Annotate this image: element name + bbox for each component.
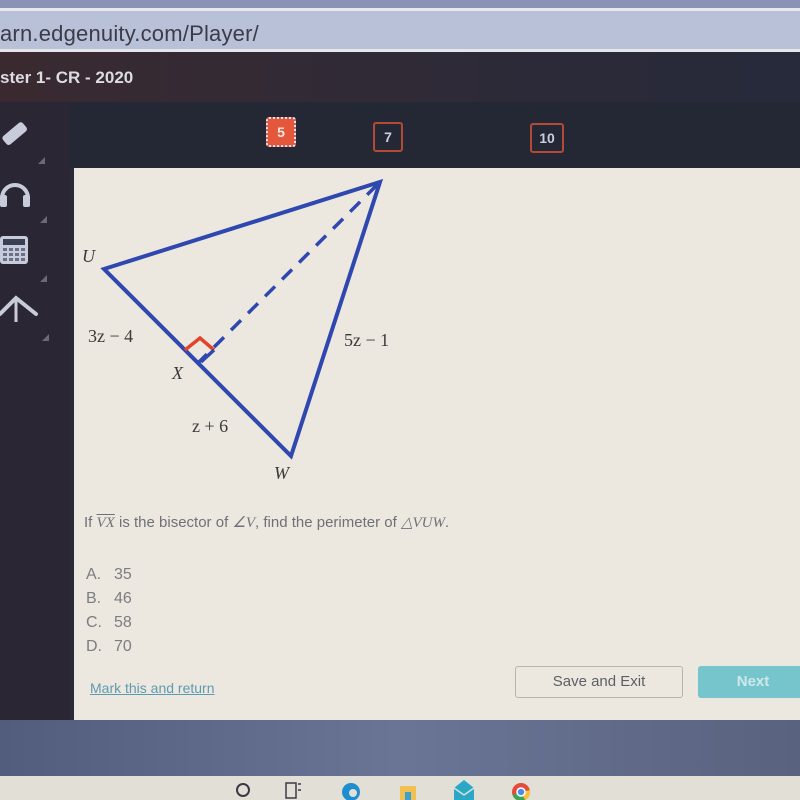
segment-vx: VX <box>96 515 115 531</box>
address-bar[interactable]: arn.edgenuity.com/Player/ <box>0 8 800 52</box>
triangle-vuw-label: △VUW <box>400 515 445 531</box>
tools-sidebar <box>0 102 70 722</box>
save-and-exit-button[interactable]: Save and Exit <box>515 666 683 698</box>
question-navigation: 5 7 10 <box>0 102 800 168</box>
next-button[interactable]: Next <box>698 666 800 698</box>
chrome-icon[interactable] <box>510 780 532 800</box>
calculator-icon <box>0 236 28 264</box>
search-icon[interactable] <box>234 780 252 800</box>
file-explorer-icon[interactable] <box>398 780 418 800</box>
mail-icon[interactable] <box>452 780 476 800</box>
pencil-expand-icon[interactable] <box>38 157 45 164</box>
calculator-expand-icon[interactable] <box>40 275 47 282</box>
answer-choices: A. 35 B. 46 C. 58 D. 70 <box>86 563 132 659</box>
question-prefix: If <box>84 514 97 531</box>
choice-a[interactable]: A. 35 <box>86 563 132 587</box>
choice-letter: D. <box>86 638 102 655</box>
side-label-xw: z + 6 <box>192 416 229 436</box>
task-view-icon[interactable] <box>284 780 302 800</box>
course-title: ster 1- CR - 2020 <box>0 68 134 87</box>
edge-icon[interactable] <box>340 780 362 800</box>
browser-tab-strip <box>0 0 800 8</box>
vertex-label-x: X <box>172 363 183 383</box>
choice-letter: C. <box>86 614 102 631</box>
choice-value: 35 <box>114 566 132 583</box>
question-suffix: , find the perimeter of <box>255 514 401 531</box>
windows-taskbar <box>0 776 800 800</box>
choice-value: 58 <box>114 614 132 631</box>
question-nav-item-7[interactable]: 7 <box>373 122 403 152</box>
question-middle: is the bisector of <box>114 514 233 531</box>
choice-letter: B. <box>86 590 102 607</box>
question-text: If VX is the bisector of ∠V, find the pe… <box>84 513 449 532</box>
compass-tool-button[interactable] <box>0 290 50 330</box>
question-nav-item-10[interactable]: 10 <box>530 123 564 153</box>
url-text[interactable]: arn.edgenuity.com/Player/ <box>0 21 259 47</box>
vertex-label-u: U <box>82 246 95 266</box>
choice-letter: A. <box>86 566 102 583</box>
course-header: ster 1- CR - 2020 <box>0 52 800 102</box>
mark-and-return-link[interactable]: Mark this and return <box>90 680 215 696</box>
choice-c[interactable]: C. 58 <box>86 611 132 635</box>
calculator-tool-button[interactable] <box>0 232 50 272</box>
angle-v: ∠V <box>232 515 256 531</box>
choice-value: 46 <box>114 590 132 607</box>
question-nav-item-5[interactable]: 5 <box>266 117 296 147</box>
choice-value: 70 <box>114 638 132 655</box>
page-bottom-area <box>0 720 800 776</box>
choice-b[interactable]: B. 46 <box>86 587 132 611</box>
triangle-diagram <box>100 178 384 460</box>
side-label-ux: 3z − 4 <box>88 326 134 346</box>
vertex-label-w: W <box>274 463 289 483</box>
headphones-icon <box>0 183 30 207</box>
pencil-icon <box>2 122 27 145</box>
side-label-vw: 5z − 1 <box>344 330 390 350</box>
compass-expand-icon[interactable] <box>42 334 49 341</box>
choice-d[interactable]: D. 70 <box>86 635 132 659</box>
headphones-expand-icon[interactable] <box>40 216 47 223</box>
question-panel: U X W 3z − 4 z + 6 5z − 1 If VX is the b… <box>74 168 800 720</box>
compass-icon <box>0 295 38 322</box>
right-angle-marker <box>183 335 216 352</box>
pencil-tool-button[interactable] <box>0 114 50 154</box>
headphones-tool-button[interactable] <box>0 172 50 212</box>
question-end: . <box>444 514 450 531</box>
